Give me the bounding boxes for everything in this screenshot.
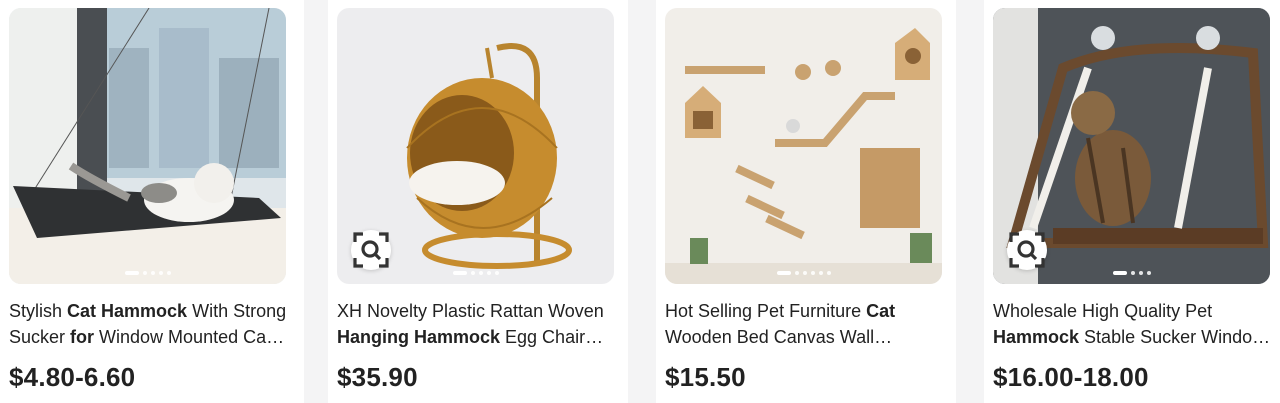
product-image-suction-window-hammock[interactable] [993,8,1270,284]
carousel-dot[interactable] [794,271,799,275]
carousel-dot[interactable] [810,271,815,275]
title-keyword: Hanging Hammock [337,327,501,347]
title-text: Hot Selling Pet Furniture [665,301,867,321]
product-card-4[interactable]: Wholesale High Quality Pet Hammock Stabl… [984,0,1280,403]
carousel-dots[interactable] [776,271,831,275]
title-text: XH Novelty Plastic Rattan Woven [337,301,604,321]
product-price: $4.80-6.60 [9,362,136,392]
carousel-dot[interactable] [150,271,155,275]
carousel-dot[interactable] [142,271,147,275]
product-title[interactable]: Hot Selling Pet Furniture Cat Wooden Bed… [665,298,945,350]
image-search-icon[interactable] [351,230,391,270]
carousel-dots[interactable] [124,271,171,275]
product-title[interactable]: Wholesale High Quality Pet Hammock Stabl… [993,298,1273,350]
product-price: $15.50 [665,362,746,392]
product-card-1[interactable]: Stylish Cat Hammock With Strong Sucker f… [0,0,304,403]
carousel-dot[interactable] [818,271,823,275]
title-text: Wooden Bed Canvas Wall Mounted Climbing [665,327,875,347]
title-keyword: for [70,327,95,347]
product-image-rattan-egg-chair[interactable] [337,8,614,284]
product-price: $35.90 [337,362,418,392]
cat-window-hammock-photo [9,8,286,284]
carousel-dot[interactable] [1146,271,1151,275]
carousel-dots[interactable] [452,271,499,275]
carousel-dot[interactable] [486,271,491,275]
carousel-dots[interactable] [1112,271,1151,275]
carousel-dot[interactable] [1138,271,1143,275]
product-image-cat-window-hammock[interactable] [9,8,286,284]
carousel-dot-active[interactable] [776,271,791,275]
carousel-dot[interactable] [166,271,171,275]
carousel-dot[interactable] [478,271,483,275]
product-card-3[interactable]: Hot Selling Pet Furniture Cat Wooden Bed… [656,0,956,403]
wall-climbing-set-photo [665,8,942,284]
image-search-icon[interactable] [1007,230,1047,270]
carousel-dot[interactable] [470,271,475,275]
carousel-dot-active[interactable] [1112,271,1127,275]
product-card-2[interactable]: XH Novelty Plastic Rattan Woven Hanging … [328,0,628,403]
carousel-dot[interactable] [802,271,807,275]
carousel-dot-active[interactable] [452,271,467,275]
title-keyword: Cat Hammock [67,301,188,321]
product-image-wall-climbing-set[interactable] [665,8,942,284]
title-keyword: Cat [866,301,896,321]
carousel-dot[interactable] [826,271,831,275]
product-title[interactable]: XH Novelty Plastic Rattan Woven Hanging … [337,298,617,350]
carousel-dot[interactable] [494,271,499,275]
carousel-dot[interactable] [1130,271,1135,275]
product-title[interactable]: Stylish Cat Hammock With Strong Sucker f… [9,298,289,350]
title-text: Wholesale High Quality Pet [993,301,1213,321]
product-grid: Stylish Cat Hammock With Strong Sucker f… [0,0,1280,403]
carousel-dot-active[interactable] [124,271,139,275]
title-keyword: Hammock [993,327,1080,347]
title-text: Stylish [9,301,68,321]
product-price: $16.00-18.00 [993,362,1149,392]
carousel-dot[interactable] [158,271,163,275]
